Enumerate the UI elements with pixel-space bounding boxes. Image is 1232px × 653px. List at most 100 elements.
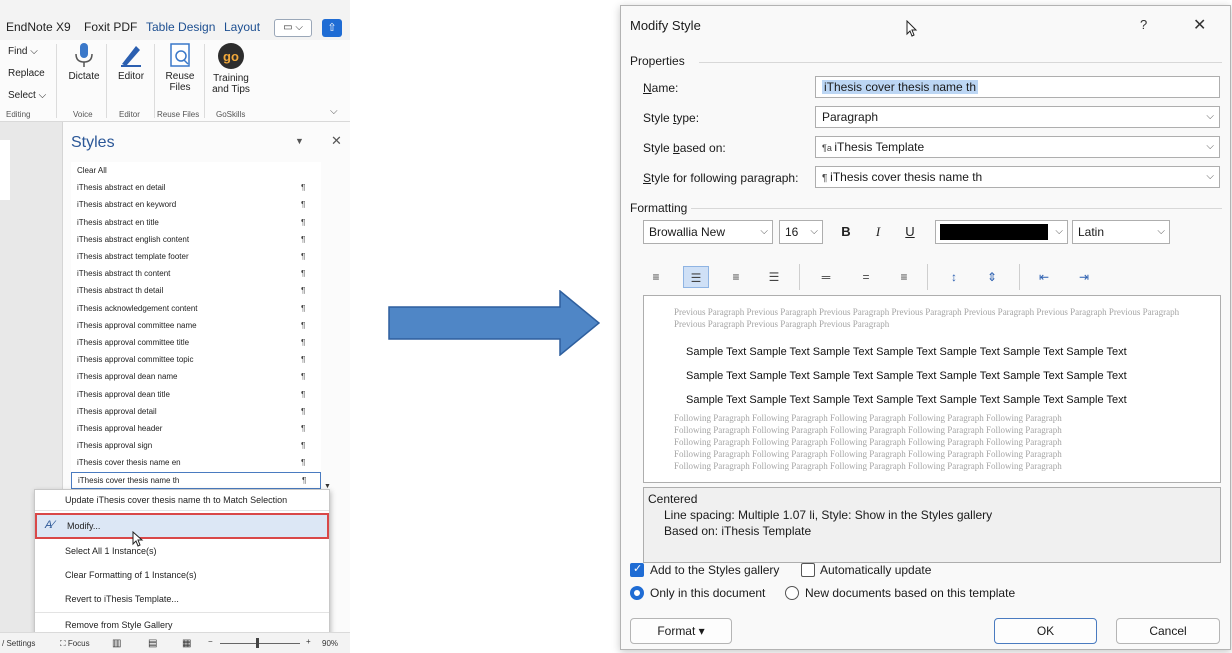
- format-button[interactable]: Format ▾: [630, 618, 732, 644]
- auto-update-checkbox[interactable]: [801, 563, 815, 577]
- select-button[interactable]: Select ⌵: [8, 90, 46, 101]
- menu-item-select-all[interactable]: Select All 1 Instance(s): [65, 546, 157, 556]
- pane-options-icon[interactable]: ▼: [295, 136, 304, 146]
- style-item-label: iThesis approval dean title: [77, 389, 170, 399]
- italic-button[interactable]: I: [867, 221, 889, 243]
- training-tips-button[interactable]: go Training and Tips: [208, 42, 254, 95]
- style-item[interactable]: iThesis abstract en keyword ¶: [71, 196, 321, 213]
- style-item[interactable]: iThesis approval dean title ¶: [71, 386, 321, 403]
- style-item[interactable]: iThesis approval sign ¶: [71, 437, 321, 454]
- tab-table-design[interactable]: Table Design: [146, 20, 215, 34]
- following-style-label: Style for following paragraph:: [643, 171, 799, 185]
- cancel-button[interactable]: Cancel: [1116, 618, 1220, 644]
- chevron-down-icon: ⌵: [1206, 141, 1214, 152]
- focus-button[interactable]: ⛶ Focus: [60, 639, 90, 649]
- font-color-swatch: [940, 224, 1048, 240]
- decrease-indent-icon[interactable]: ⇤: [1031, 266, 1057, 288]
- menu-item-modify[interactable]: A⁄ Modify...: [35, 513, 329, 539]
- divider: [699, 62, 1222, 63]
- underline-button[interactable]: U: [899, 221, 921, 243]
- paragraph-mark-icon: ¶: [301, 269, 306, 279]
- style-item-label: iThesis approval committee topic: [77, 355, 194, 365]
- style-item[interactable]: iThesis approval committee title ¶: [71, 334, 321, 351]
- style-item[interactable]: iThesis approval header ¶: [71, 420, 321, 437]
- style-item[interactable]: iThesis acknowledgement content ¶: [71, 300, 321, 317]
- space-after-icon[interactable]: ⇕: [979, 266, 1005, 288]
- paragraph-mark-icon: ¶: [301, 406, 306, 416]
- following-style-select[interactable]: ¶ iThesis cover thesis name th ⌵: [815, 166, 1220, 188]
- share-icon[interactable]: ⇧: [322, 19, 342, 37]
- align-left-icon[interactable]: ≡: [643, 266, 669, 288]
- editor-button[interactable]: Editor: [112, 42, 150, 82]
- style-item[interactable]: iThesis abstract th detail ¶: [71, 282, 321, 299]
- styles-pane-title: Styles: [71, 134, 115, 151]
- menu-item-remove-gallery[interactable]: Remove from Style Gallery: [65, 620, 173, 630]
- style-item[interactable]: iThesis cover thesis name th ¶: [71, 471, 321, 489]
- comments-icon[interactable]: ▭ ⌵: [274, 19, 312, 37]
- clear-all-item[interactable]: Clear All: [71, 162, 321, 179]
- style-item[interactable]: iThesis abstract english content ¶: [71, 231, 321, 248]
- zoom-slider[interactable]: [220, 643, 300, 644]
- single-spacing-icon[interactable]: ═: [813, 266, 839, 288]
- tab-layout[interactable]: Layout: [224, 20, 260, 34]
- replace-button[interactable]: Replace: [8, 68, 45, 79]
- ok-button[interactable]: OK: [994, 618, 1097, 644]
- zoom-in-icon[interactable]: +: [306, 637, 311, 646]
- style-type-select[interactable]: Paragraph ⌵: [815, 106, 1220, 128]
- menu-item-update-style[interactable]: Update iThesis cover thesis name th to M…: [65, 495, 287, 505]
- bold-button[interactable]: B: [835, 221, 857, 243]
- font-size-select[interactable]: 16 ⌵: [779, 220, 823, 244]
- ribbon-collapse-icon[interactable]: ⌵: [330, 106, 338, 117]
- dictate-button[interactable]: Dictate: [66, 42, 102, 82]
- increase-indent-icon[interactable]: ⇥: [1071, 266, 1097, 288]
- reuse-files-button[interactable]: Reuse Files: [160, 42, 200, 93]
- zoom-out-icon[interactable]: −: [208, 637, 213, 646]
- zoom-level[interactable]: 90%: [322, 639, 338, 648]
- help-button[interactable]: ?: [1140, 17, 1147, 32]
- dialog-title: Modify Style: [630, 18, 701, 33]
- style-item[interactable]: iThesis abstract en detail ¶: [71, 179, 321, 196]
- zoom-slider-thumb[interactable]: [256, 638, 259, 648]
- tab-foxit-pdf[interactable]: Foxit PDF: [84, 20, 137, 34]
- style-item[interactable]: iThesis cover thesis name en ¶: [71, 454, 321, 471]
- document-page-edge: [0, 140, 10, 200]
- font-select[interactable]: Browallia New ⌵: [643, 220, 773, 244]
- style-item[interactable]: iThesis approval dean name ¶: [71, 368, 321, 385]
- align-right-icon[interactable]: ≡: [723, 266, 749, 288]
- one-half-spacing-icon[interactable]: =: [853, 266, 879, 288]
- name-label: Name:: [643, 81, 679, 95]
- find-button[interactable]: Find ⌵: [8, 46, 38, 57]
- style-item[interactable]: iThesis abstract en title ¶: [71, 214, 321, 231]
- double-spacing-icon[interactable]: ≡: [891, 266, 917, 288]
- style-context-menu: Update iThesis cover thesis name th to M…: [34, 489, 330, 637]
- align-center-icon[interactable]: ☰: [683, 266, 709, 288]
- close-button[interactable]: ✕: [1193, 15, 1206, 35]
- paragraph-mark-icon: ¶: [301, 234, 306, 244]
- close-icon[interactable]: ✕: [331, 133, 342, 149]
- print-layout-icon[interactable]: ▤: [148, 638, 157, 649]
- add-to-gallery-checkbox[interactable]: [630, 562, 644, 577]
- style-item[interactable]: iThesis approval committee name ¶: [71, 317, 321, 334]
- linked-style-icon: ¶a: [822, 143, 835, 153]
- only-this-document-radio[interactable]: [630, 586, 644, 600]
- new-documents-radio[interactable]: [785, 586, 799, 600]
- name-input[interactable]: iThesis cover thesis name th: [815, 76, 1220, 98]
- style-item[interactable]: iThesis abstract th content ¶: [71, 265, 321, 282]
- style-item-label: iThesis abstract en keyword: [77, 200, 177, 210]
- menu-item-clear-formatting[interactable]: Clear Formatting of 1 Instance(s): [65, 570, 197, 580]
- justify-icon[interactable]: ☰: [761, 266, 787, 288]
- web-layout-icon[interactable]: ▦: [182, 638, 191, 649]
- tab-endnote[interactable]: EndNote X9: [6, 20, 71, 34]
- style-item[interactable]: iThesis approval detail ¶: [71, 403, 321, 420]
- space-before-icon[interactable]: ↕: [941, 266, 967, 288]
- menu-item-revert[interactable]: Revert to iThesis Template...: [65, 594, 179, 604]
- following-paragraph-text: Following Paragraph Following Paragraph …: [674, 413, 1062, 423]
- read-mode-icon[interactable]: ▥: [112, 638, 121, 649]
- style-item-label: iThesis abstract en title: [77, 217, 159, 227]
- font-color-select[interactable]: ⌵: [935, 220, 1068, 244]
- status-settings[interactable]: / Settings: [2, 639, 35, 648]
- based-on-select[interactable]: ¶a iThesis Template ⌵: [815, 136, 1220, 158]
- style-item[interactable]: iThesis approval committee topic ¶: [71, 351, 321, 368]
- style-item[interactable]: iThesis abstract template footer ¶: [71, 248, 321, 265]
- script-select[interactable]: Latin ⌵: [1072, 220, 1170, 244]
